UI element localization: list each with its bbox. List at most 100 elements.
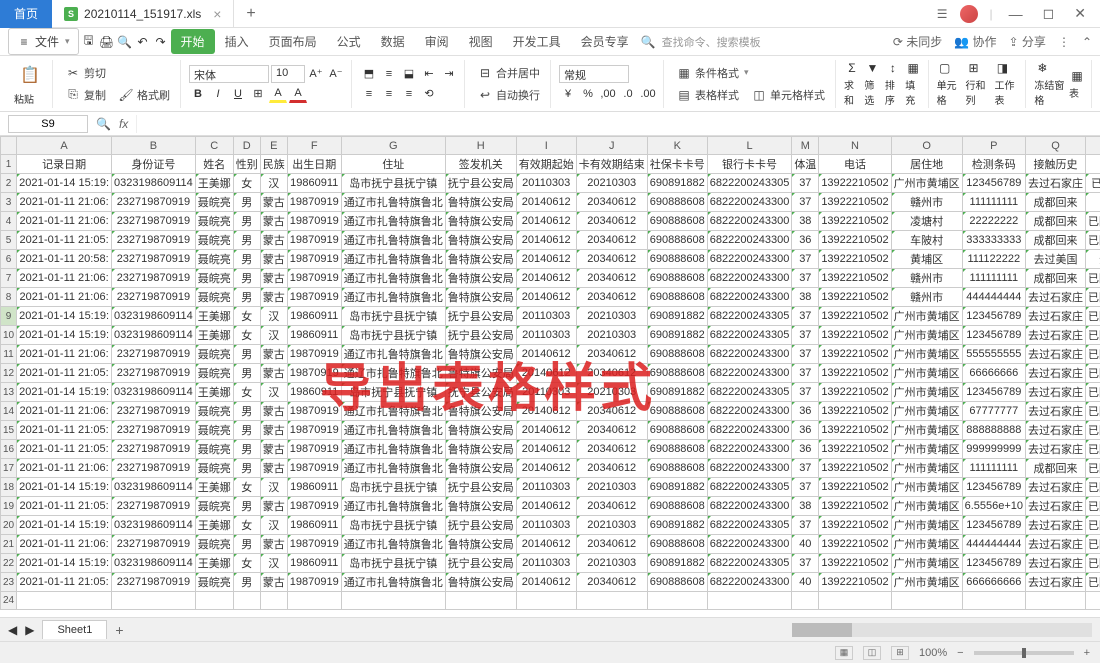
cell[interactable]: 已隔离6区 [1086, 326, 1100, 345]
cell[interactable] [287, 592, 341, 610]
cell[interactable]: 19870919 [287, 402, 341, 421]
cell[interactable] [647, 592, 707, 610]
cell[interactable]: 已隔离3区 [1086, 383, 1100, 402]
cell[interactable]: 2021-01-11 21:05: [17, 573, 112, 592]
cell[interactable]: 去过石家庄 [1026, 440, 1086, 459]
cell[interactable]: 6822200243305 [707, 383, 792, 402]
cell[interactable]: 13922210502 [819, 402, 891, 421]
cell[interactable]: 20140612 [516, 421, 576, 440]
cell[interactable]: 690888608 [647, 497, 707, 516]
cell[interactable]: 已隔离2区 [1086, 402, 1100, 421]
cell[interactable]: 赣州市 [891, 269, 962, 288]
cell[interactable]: 已隔离8区 [1086, 478, 1100, 497]
view-page-icon[interactable]: ◫ [863, 646, 881, 660]
cell[interactable]: 通辽市扎鲁特旗鲁北 [341, 231, 445, 250]
cell[interactable]: 20140612 [516, 535, 576, 554]
cell[interactable]: 690888608 [647, 345, 707, 364]
cell[interactable]: 通辽市扎鲁特旗鲁北 [341, 535, 445, 554]
cell[interactable]: 111122222 [962, 250, 1025, 269]
cell[interactable]: 鲁特旗公安局 [445, 345, 516, 364]
cell[interactable]: 去过石家庄 [1026, 345, 1086, 364]
cell[interactable]: 岛市抚宁县抚宁镇 [341, 554, 445, 573]
close-tab-icon[interactable]: × [213, 6, 221, 22]
header-cell[interactable]: 银行卡卡号 [707, 155, 792, 174]
cell[interactable]: 19860911 [287, 307, 341, 326]
cell[interactable] [1086, 592, 1100, 610]
col-header[interactable]: G [341, 137, 445, 155]
indent-dec-icon[interactable]: ⇤ [420, 65, 438, 83]
cell[interactable]: 690888608 [647, 231, 707, 250]
file-tab[interactable]: S 20210114_151917.xls × [52, 0, 234, 28]
merge-button[interactable]: ⊟合并居中 [473, 63, 544, 83]
cell[interactable]: 123456789 [962, 516, 1025, 535]
cell[interactable]: 690888608 [647, 364, 707, 383]
share-button[interactable]: ⇪ 分享 [1009, 33, 1046, 50]
cell[interactable]: 19870919 [287, 459, 341, 478]
cell[interactable]: 广州市黄埔区 [891, 345, 962, 364]
cell-button[interactable]: ▢单元格 [937, 60, 962, 107]
cell[interactable]: 37 [792, 459, 819, 478]
cell[interactable]: 20210303 [576, 554, 647, 573]
cell[interactable]: 20140612 [516, 288, 576, 307]
font-color-button[interactable]: A [289, 85, 307, 103]
cell[interactable] [516, 592, 576, 610]
cell[interactable]: 通辽市扎鲁特旗鲁北 [341, 440, 445, 459]
cell[interactable]: 13922210502 [819, 269, 891, 288]
cell[interactable]: 鲁特旗公安局 [445, 212, 516, 231]
cell[interactable]: 鲁特旗公安局 [445, 440, 516, 459]
cell[interactable]: 6822200243300 [707, 231, 792, 250]
header-cell[interactable]: 签发机关 [445, 155, 516, 174]
cell[interactable]: 37 [792, 516, 819, 535]
cell[interactable]: 去过石家庄 [1026, 364, 1086, 383]
cell[interactable]: 13922210502 [819, 307, 891, 326]
cell[interactable]: 成都回来 [1026, 193, 1086, 212]
cell[interactable]: 蒙古 [260, 193, 287, 212]
cell[interactable] [707, 592, 792, 610]
cell[interactable]: 19860911 [287, 554, 341, 573]
fx-label[interactable]: fx [119, 117, 128, 131]
cell[interactable]: 已隔离4区 [1086, 554, 1100, 573]
cell[interactable]: 232719870919 [112, 345, 196, 364]
format-painter-button[interactable]: 🖌格式刷 [114, 85, 174, 105]
cell[interactable]: 690888608 [647, 212, 707, 231]
cell[interactable]: 20210303 [576, 383, 647, 402]
col-header[interactable]: H [445, 137, 516, 155]
tab-next-icon[interactable]: ▶ [25, 623, 34, 637]
row-header[interactable]: 12 [1, 364, 17, 383]
cell[interactable]: 岛市抚宁县抚宁镇 [341, 326, 445, 345]
cell[interactable]: 20340612 [576, 402, 647, 421]
cell[interactable]: 13922210502 [819, 231, 891, 250]
cell[interactable]: 鲁特旗公安局 [445, 573, 516, 592]
cell[interactable]: 去过石家庄 [1026, 307, 1086, 326]
cell[interactable]: 已隔离4区 [1086, 364, 1100, 383]
align-right-icon[interactable]: ≡ [400, 85, 418, 103]
cell[interactable]: 36 [792, 421, 819, 440]
cell[interactable]: 分流1 [1086, 250, 1100, 269]
cell[interactable]: 鲁特旗公安局 [445, 193, 516, 212]
cell[interactable]: 123456789 [962, 554, 1025, 573]
cell[interactable]: 蒙古 [260, 250, 287, 269]
row-header[interactable]: 11 [1, 345, 17, 364]
cell[interactable]: 2021-01-11 21:06: [17, 535, 112, 554]
cell[interactable]: 123456789 [962, 174, 1025, 193]
cell[interactable]: 690891882 [647, 326, 707, 345]
cell[interactable]: 444444444 [962, 288, 1025, 307]
cell[interactable]: 聂皖亮 [195, 231, 233, 250]
cell[interactable]: 20140612 [516, 573, 576, 592]
cell[interactable]: 6822200243305 [707, 554, 792, 573]
cell[interactable]: 20140612 [516, 269, 576, 288]
cell[interactable]: 19870919 [287, 440, 341, 459]
cell[interactable]: 聂皖亮 [195, 288, 233, 307]
cell[interactable]: 6.5556e+10 [962, 497, 1025, 516]
magnify-icon[interactable]: 🔍 [96, 117, 111, 131]
filter-button[interactable]: ▼筛选 [864, 60, 880, 107]
add-sheet-button[interactable]: + [115, 622, 123, 638]
cell[interactable]: 鲁特旗公安局 [445, 269, 516, 288]
cell[interactable]: 去过石家庄 [1026, 174, 1086, 193]
cell[interactable]: 20140612 [516, 497, 576, 516]
grow-font-icon[interactable]: A⁺ [307, 65, 325, 83]
header-cell[interactable]: 住址 [341, 155, 445, 174]
menu-item-6[interactable]: 视图 [459, 29, 503, 54]
cell[interactable]: 38 [792, 288, 819, 307]
cell[interactable]: 去过石家庄 [1026, 326, 1086, 345]
